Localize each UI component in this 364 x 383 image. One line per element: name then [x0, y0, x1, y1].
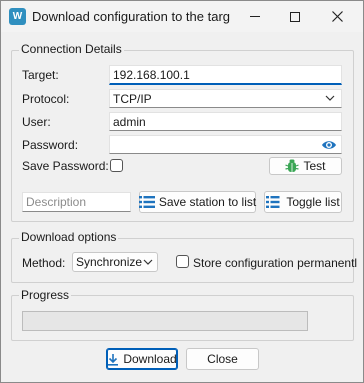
password-label: Password:: [22, 138, 79, 152]
maximize-icon: [290, 11, 300, 22]
target-label: Target:: [22, 68, 59, 82]
save-password-label: Save Password:: [22, 159, 109, 173]
dialog-window: W Download configuration to the targ Con…: [0, 0, 364, 383]
title-bar[interactable]: W Download configuration to the targ: [1, 1, 363, 32]
protocol-select[interactable]: TCP/IP: [109, 89, 342, 108]
save-station-button[interactable]: Save station to list: [138, 191, 257, 213]
download-button-label: Download: [123, 352, 177, 366]
target-input[interactable]: 192.168.100.1: [109, 65, 342, 85]
toggle-list-icon: [266, 196, 280, 208]
chevron-down-icon: [143, 259, 153, 265]
target-value: 192.168.100.1: [113, 68, 190, 82]
user-label: User:: [22, 115, 51, 129]
close-window-button[interactable]: [317, 1, 357, 32]
bug-icon: [285, 159, 300, 172]
list-icon: [138, 196, 155, 208]
close-button[interactable]: Close: [186, 348, 259, 370]
description-placeholder: Description: [26, 195, 87, 209]
download-options-label: Download options: [19, 230, 119, 244]
method-value: Synchronize: [76, 255, 143, 269]
protocol-label: Protocol:: [22, 92, 70, 106]
store-permanent-checkbox[interactable]: [176, 255, 189, 268]
password-input[interactable]: [109, 135, 342, 154]
test-button[interactable]: Test: [269, 157, 342, 175]
maximize-button[interactable]: [275, 1, 315, 32]
app-logo-icon: W: [9, 8, 26, 25]
method-label: Method:: [22, 256, 66, 270]
connection-details-label: Connection Details: [19, 42, 124, 56]
close-icon: [331, 11, 343, 22]
download-button[interactable]: Download: [106, 348, 178, 370]
save-password-checkbox[interactable]: [110, 159, 123, 172]
window-title: Download configuration to the targ: [32, 9, 231, 24]
download-icon: [108, 353, 119, 366]
test-button-label: Test: [303, 159, 326, 173]
minimize-button[interactable]: [235, 1, 275, 32]
save-station-label: Save station to list: [158, 195, 257, 209]
toggle-list-button[interactable]: Toggle list: [264, 191, 342, 213]
minimize-icon: [250, 16, 260, 17]
method-select[interactable]: Synchronize: [72, 252, 158, 272]
protocol-value: TCP/IP: [113, 92, 152, 106]
progress-bar: [22, 311, 308, 331]
toggle-list-label: Toggle list: [286, 195, 340, 209]
chevron-down-icon: [325, 95, 335, 101]
description-input[interactable]: Description: [22, 192, 131, 212]
store-permanent-label: Store configuration permanentl: [193, 256, 358, 270]
close-button-label: Close: [207, 352, 238, 366]
user-input[interactable]: admin: [109, 112, 342, 131]
show-password-eye-icon[interactable]: [321, 138, 337, 152]
progress-label: Progress: [19, 288, 72, 302]
user-value: admin: [113, 115, 146, 129]
